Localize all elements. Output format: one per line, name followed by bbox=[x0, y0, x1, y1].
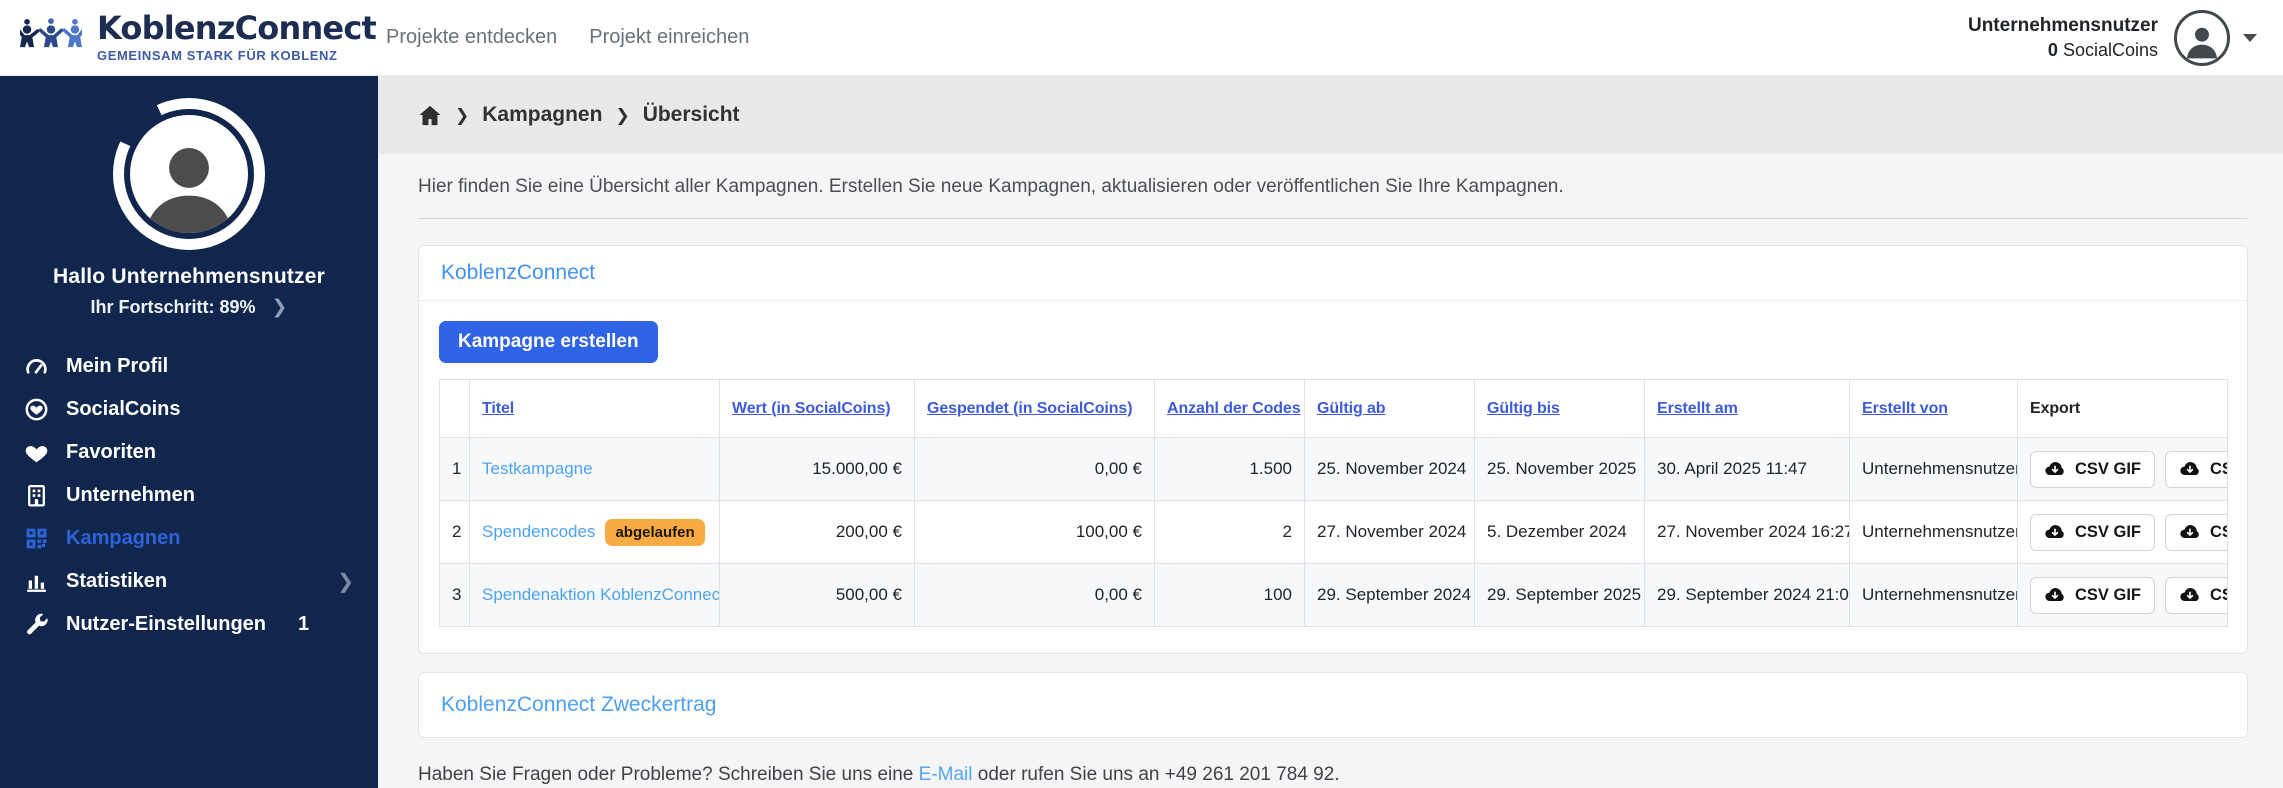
col-anzahl: Anzahl der Codes bbox=[1154, 379, 1305, 438]
app-root: KoblenzConnect GEMEINSAM STARK FÜR KOBLE… bbox=[0, 0, 2283, 788]
table-header-row: Titel Wert (in SocialCoins) Gespendet (i… bbox=[439, 379, 2228, 438]
nav-projekt-einreichen[interactable]: Projekt einreichen bbox=[589, 26, 749, 49]
col-gespendet: Gespendet (in SocialCoins) bbox=[914, 379, 1155, 438]
intro-text: Hier finden Sie eine Übersicht aller Kam… bbox=[418, 176, 1564, 197]
intro-section: Hier finden Sie eine Übersicht aller Kam… bbox=[378, 154, 2283, 219]
sidebar-item-nutzer-einstellungen[interactable]: Nutzer-Einstellungen 1 bbox=[0, 603, 378, 646]
content-area: KoblenzConnect Kampagne erstellen Titel … bbox=[378, 219, 2283, 786]
main-content: ❯ Kampagnen ❯ Übersicht Hier finden Sie … bbox=[378, 76, 2283, 788]
sidebar-item-statistiken[interactable]: Statistiken ❯ bbox=[0, 560, 378, 603]
campaigns-card-title[interactable]: KoblenzConnect bbox=[441, 261, 595, 284]
col-erstellt-von: Erstellt von bbox=[1849, 379, 2018, 438]
sidebar-menu: Mein Profil SocialCoins Favoriten Untern… bbox=[0, 345, 378, 646]
breadcrumb: ❯ Kampagnen ❯ Übersicht bbox=[378, 76, 2283, 154]
cloud-download-icon bbox=[2180, 461, 2199, 475]
profile-progress-link[interactable]: Ihr Fortschritt: 89% ❯ bbox=[0, 296, 378, 319]
export-csv-jpeg-button[interactable]: CSV JPEG bbox=[2165, 513, 2227, 551]
email-link[interactable]: E-Mail bbox=[919, 764, 973, 785]
cloud-download-icon bbox=[2045, 524, 2064, 538]
person-icon bbox=[145, 148, 233, 233]
top-nav: Projekte entdecken Projekt einreichen bbox=[386, 26, 749, 49]
table-row: 1 Testkampagne 15.000,00 € 0,00 € 1.500 … bbox=[439, 437, 2228, 501]
campaigns-table: Titel Wert (in SocialCoins) Gespendet (i… bbox=[439, 379, 2228, 627]
logo-title: KoblenzConnect bbox=[96, 9, 377, 47]
export-csv-jpeg-button[interactable]: CSV JPEG bbox=[2165, 576, 2227, 614]
cloud-download-icon bbox=[2045, 461, 2064, 475]
col-export: Export bbox=[2017, 379, 2228, 438]
logo[interactable]: KoblenzConnect GEMEINSAM STARK FÜR KOBLE… bbox=[20, 9, 377, 67]
col-gueltig-bis: Gültig bis bbox=[1474, 379, 1645, 438]
heart-icon bbox=[25, 446, 48, 463]
breadcrumb-kampagnen[interactable]: Kampagnen bbox=[482, 103, 602, 127]
sidebar-item-favoriten[interactable]: Favoriten bbox=[0, 431, 378, 474]
breadcrumb-separator: ❯ bbox=[455, 106, 470, 125]
table-row: 3 Spendenaktion KoblenzConnect 500,00 € … bbox=[439, 563, 2228, 627]
coin-heart-icon bbox=[25, 398, 48, 421]
sidebar-item-unternehmen[interactable]: Unternehmen bbox=[0, 474, 378, 517]
zweckertrag-card-title[interactable]: KoblenzConnect Zweckertrag bbox=[441, 693, 716, 716]
person-icon bbox=[2186, 27, 2218, 58]
sidebar-greeting: Hallo Unternehmensnutzer bbox=[52, 265, 325, 288]
zweckertrag-card: KoblenzConnect Zweckertrag bbox=[418, 672, 2248, 738]
export-csv-gif-button[interactable]: CSV GIF bbox=[2030, 450, 2156, 488]
user-info: Unternehmensnutzer 0 SocialCoins bbox=[1968, 15, 2158, 61]
chevron-right-icon: ❯ bbox=[337, 571, 354, 593]
logo-subtitle: GEMEINSAM STARK FÜR KOBLENZ bbox=[96, 48, 338, 63]
col-wert: Wert (in SocialCoins) bbox=[719, 379, 915, 438]
campaigns-card: KoblenzConnect Kampagne erstellen Titel … bbox=[418, 245, 2248, 654]
user-avatar[interactable] bbox=[2174, 9, 2230, 66]
col-titel: Titel bbox=[469, 379, 720, 438]
user-coins: 0 SocialCoins bbox=[2047, 39, 2158, 60]
cloud-download-icon bbox=[2045, 587, 2064, 601]
settings-count-badge: 1 bbox=[298, 613, 310, 635]
sidebar-item-socialcoins[interactable]: SocialCoins bbox=[0, 388, 378, 431]
building-icon bbox=[28, 484, 45, 507]
top-header: KoblenzConnect GEMEINSAM STARK FÜR KOBLE… bbox=[0, 0, 2283, 76]
home-icon[interactable] bbox=[418, 104, 442, 127]
campaign-title-link[interactable]: Testkampagne bbox=[482, 459, 593, 478]
sidebar-item-mein-profil[interactable]: Mein Profil bbox=[0, 345, 378, 388]
progress-label: Ihr Fortschritt: 89% bbox=[90, 297, 256, 317]
sidebar: Hallo Unternehmensnutzer Ihr Fortschritt… bbox=[0, 76, 378, 788]
chevron-down-icon[interactable] bbox=[2243, 33, 2257, 42]
campaigns-card-header: KoblenzConnect bbox=[419, 246, 2247, 301]
cloud-download-icon bbox=[2180, 524, 2199, 538]
gauge-icon bbox=[26, 359, 47, 374]
export-csv-gif-button[interactable]: CSV GIF bbox=[2030, 513, 2156, 551]
sidebar-item-kampagnen[interactable]: Kampagnen bbox=[0, 517, 378, 560]
col-index bbox=[439, 379, 470, 438]
export-csv-gif-button[interactable]: CSV GIF bbox=[2030, 576, 2156, 614]
breadcrumb-uebersicht: Übersicht bbox=[642, 103, 740, 126]
chevron-right-icon: ❯ bbox=[271, 297, 288, 318]
profile-avatar[interactable] bbox=[130, 115, 248, 233]
nav-projekte-entdecken[interactable]: Projekte entdecken bbox=[386, 26, 557, 49]
user-name: Unternehmensnutzer bbox=[1967, 14, 2158, 36]
bar-chart-icon bbox=[27, 575, 46, 592]
col-erstellt-am: Erstellt am bbox=[1644, 379, 1850, 438]
status-badge: abgelaufen bbox=[605, 518, 705, 546]
table-row: 2 Spendencodes abgelaufen 200,00 € 100,00… bbox=[439, 500, 2228, 564]
campaign-title-link[interactable]: Spendencodes bbox=[482, 522, 595, 541]
export-csv-jpeg-button[interactable]: CSV JPEG bbox=[2165, 450, 2227, 488]
breadcrumb-separator: ❯ bbox=[615, 106, 630, 125]
wrench-icon bbox=[27, 613, 48, 635]
campaigns-card-body: Kampagne erstellen Titel Wert (in Social bbox=[419, 301, 2247, 653]
cloud-download-icon bbox=[2180, 587, 2199, 601]
qr-code-icon bbox=[26, 528, 47, 549]
people-logo-icon bbox=[20, 17, 82, 47]
create-campaign-button[interactable]: Kampagne erstellen bbox=[439, 321, 658, 363]
footer-note: Haben Sie Fragen oder Probleme? Schreibe… bbox=[418, 764, 1340, 785]
col-gueltig-ab: Gültig ab bbox=[1304, 379, 1475, 438]
profile-progress-ring bbox=[113, 98, 265, 250]
campaign-title-link[interactable]: Spendenaktion KoblenzConnect bbox=[482, 585, 719, 604]
